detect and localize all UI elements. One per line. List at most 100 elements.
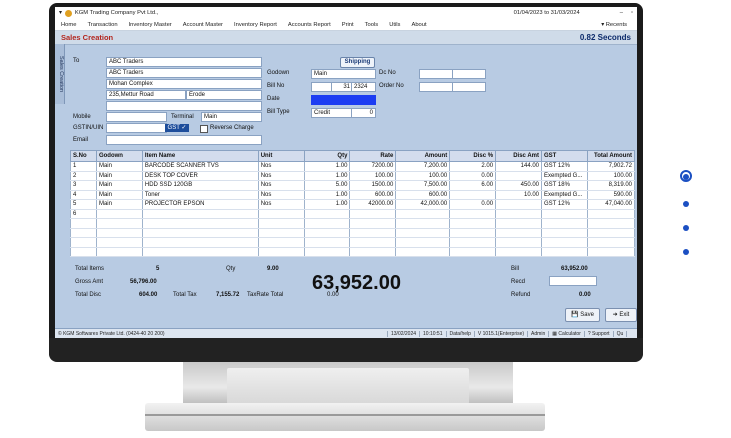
bill-no-prefix-field[interactable] (311, 82, 333, 92)
cell[interactable] (349, 209, 397, 219)
cell[interactable]: 600.00 (395, 190, 451, 200)
cell[interactable]: 10.00 (495, 190, 542, 200)
table-row[interactable]: 1 Main BARCODE SCANNER TVS Nos 1.00 7200… (70, 161, 636, 172)
cell[interactable]: Exempted G... (541, 171, 588, 181)
address-line-2[interactable]: Mohan Complex (106, 79, 262, 89)
sales-creation-side-tab[interactable]: Sales Creation (55, 44, 65, 104)
cell[interactable]: 100.00 (349, 171, 397, 181)
qu-link[interactable]: Qu (614, 331, 628, 337)
dc-no-field[interactable] (419, 69, 453, 79)
cell[interactable]: DESK TOP COVER (141, 171, 259, 181)
menu-inventory-report[interactable]: Inventory Report (234, 22, 277, 28)
cell[interactable] (303, 209, 351, 219)
cell[interactable]: Main (95, 171, 143, 181)
cell[interactable]: Nos (257, 180, 305, 191)
cell[interactable]: 47,040.00 (586, 199, 636, 210)
cell[interactable] (495, 199, 542, 210)
dc-no-field-2[interactable] (452, 69, 486, 79)
godown-field[interactable]: Main (311, 69, 376, 79)
calculator-link[interactable]: ▦ Calculator (549, 331, 585, 337)
table-row[interactable]: 3 Main HDD SSD 120GB Nos 5.00 1500.00 7,… (70, 180, 636, 191)
cell[interactable]: 7,200.00 (395, 161, 451, 172)
col-disc-amt[interactable]: Disc Amt (495, 150, 542, 162)
gst-button[interactable]: GST ✓ (165, 124, 189, 132)
cell[interactable]: Nos (257, 161, 305, 172)
order-no-field[interactable] (419, 82, 453, 92)
cell[interactable]: Nos (257, 199, 305, 210)
table-row[interactable] (70, 237, 636, 248)
cell[interactable]: 7200.00 (349, 161, 397, 172)
table-row[interactable]: 6 (70, 209, 636, 219)
table-row[interactable]: 4 Main Toner Nos 1.00 600.00 600.00 10.0… (70, 190, 636, 200)
menu-tools[interactable]: Tools (365, 22, 379, 28)
cell[interactable]: Main (95, 180, 143, 191)
cell[interactable]: 2.00 (449, 161, 497, 172)
email-field[interactable] (106, 135, 262, 145)
cell[interactable]: HDD SSD 120GB (141, 180, 259, 191)
reverse-charge-checkbox[interactable] (200, 125, 208, 133)
cell[interactable]: Nos (257, 190, 305, 200)
table-row[interactable] (70, 247, 636, 257)
cell[interactable]: GST 12% (541, 161, 588, 172)
support-link[interactable]: ? Support (585, 331, 614, 337)
cell[interactable]: 42000.00 (349, 199, 397, 210)
col-godown[interactable]: Godown (95, 150, 143, 162)
city-field[interactable]: Erode (186, 90, 262, 100)
cell[interactable]: 2 (70, 171, 97, 181)
cell[interactable]: 590.00 (586, 190, 636, 200)
cell[interactable]: 1.00 (303, 190, 351, 200)
bill-type-field[interactable]: Credit (311, 108, 352, 118)
cell[interactable] (449, 209, 497, 219)
cell[interactable] (586, 209, 636, 219)
cell[interactable]: 6 (70, 209, 97, 219)
col-item-name[interactable]: Item Name (141, 150, 259, 162)
cell[interactable]: 1500.00 (349, 180, 397, 191)
bill-type-number-field[interactable]: 0 (351, 108, 376, 118)
menu-accounts-report[interactable]: Accounts Report (288, 22, 331, 28)
cell[interactable]: GST 18% (541, 180, 588, 191)
dropdown-icon[interactable]: ▾ (59, 10, 62, 16)
menu-transaction[interactable]: Transaction (87, 22, 117, 28)
address-line-3[interactable]: 235,Mettur Road (106, 90, 186, 100)
cell[interactable]: 450.00 (495, 180, 542, 191)
cell[interactable] (141, 209, 259, 219)
menu-print[interactable]: Print (342, 22, 354, 28)
cell[interactable] (541, 209, 588, 219)
cell[interactable]: 100.00 (586, 171, 636, 181)
bill-no-field[interactable]: 31 (331, 82, 353, 92)
table-row[interactable]: 5 Main PROJECTOR EPSON Nos 1.00 42000.00… (70, 199, 636, 210)
restore-icon[interactable]: ▫ (631, 10, 633, 16)
status-datahelp[interactable]: Data/help (447, 331, 475, 337)
cell[interactable]: 7,500.00 (395, 180, 451, 191)
cell[interactable]: 600.00 (349, 190, 397, 200)
cell[interactable]: 6.00 (449, 180, 497, 191)
address-line-1[interactable]: ABC Traders (106, 68, 262, 78)
bill-no-suffix-field[interactable]: 2324 (351, 82, 376, 92)
gstin-field[interactable] (106, 123, 167, 133)
cell[interactable]: 1.00 (303, 161, 351, 172)
cell[interactable]: 3 (70, 180, 97, 191)
save-button[interactable]: 💾 Save (565, 308, 600, 322)
col-gst[interactable]: GST (541, 150, 588, 162)
carousel-dot[interactable] (683, 201, 689, 207)
cell[interactable]: Main (95, 199, 143, 210)
cell[interactable]: Main (95, 190, 143, 200)
cell[interactable]: 1.00 (303, 199, 351, 210)
cell[interactable]: Nos (257, 171, 305, 181)
recents-menu[interactable]: ▾ Recents (601, 22, 627, 28)
cell[interactable]: 7,902.72 (586, 161, 636, 172)
cell[interactable]: BARCODE SCANNER TVS (141, 161, 259, 172)
cell[interactable] (495, 209, 542, 219)
address-line-4[interactable] (106, 101, 262, 111)
cell[interactable]: 5 (70, 199, 97, 210)
cell[interactable] (449, 190, 497, 200)
date-field[interactable] (311, 95, 376, 105)
col-total-amount[interactable]: Total Amount (586, 150, 636, 162)
carousel-dot[interactable] (683, 225, 689, 231)
table-row[interactable]: 2 Main DESK TOP COVER Nos 1.00 100.00 10… (70, 171, 636, 181)
cell[interactable] (257, 209, 305, 219)
col-rate[interactable]: Rate (349, 150, 397, 162)
minimize-icon[interactable]: – (620, 10, 623, 16)
cell[interactable] (395, 209, 451, 219)
cell[interactable] (495, 171, 542, 181)
